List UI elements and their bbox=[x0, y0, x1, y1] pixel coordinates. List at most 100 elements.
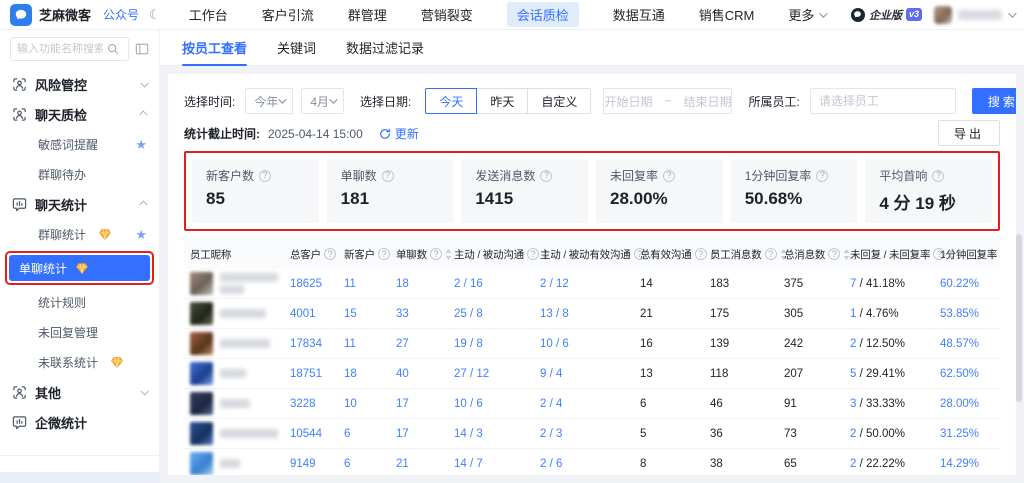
date-button-yesterday[interactable]: 昨天 bbox=[476, 88, 528, 114]
sidebar-item-uncontacted-stats[interactable]: 未联系统计 bbox=[0, 347, 159, 377]
sidebar-item-unreplied-management[interactable]: 未回复管理 bbox=[0, 317, 159, 347]
stats-panel: 选择时间: 今年 4月 选择日期: 今天 昨天 自定义 开始日期 ~ bbox=[168, 74, 1016, 475]
month-select[interactable]: 4月 bbox=[301, 88, 344, 114]
active-passive-valid-value[interactable]: 2 / 12 bbox=[534, 278, 634, 290]
favorite-star-icon[interactable]: ★ bbox=[135, 228, 147, 241]
date-button-custom[interactable]: 自定义 bbox=[527, 88, 591, 114]
active-passive-value[interactable]: 14 / 3 bbox=[448, 428, 534, 440]
sidebar-group-chat-stats[interactable]: 聊天统计 bbox=[0, 189, 159, 219]
help-icon[interactable]: ? bbox=[324, 248, 336, 260]
help-icon[interactable]: ? bbox=[259, 170, 271, 182]
chat-count-link[interactable]: 17 bbox=[390, 398, 448, 410]
help-icon[interactable]: ? bbox=[430, 248, 442, 260]
date-range-picker[interactable]: 开始日期 ~ 结束日期 bbox=[603, 88, 732, 114]
favorite-star-icon[interactable]: ★ bbox=[135, 138, 147, 151]
new-customers-link[interactable]: 11 bbox=[338, 338, 390, 350]
one-min-rate-link[interactable]: 53.85% bbox=[934, 308, 1000, 320]
stat-card-sent-messages: 发送消息数? 1415 bbox=[461, 159, 588, 223]
chat-count-link[interactable]: 33 bbox=[390, 308, 448, 320]
total-customers-link[interactable]: 3228 bbox=[284, 398, 338, 410]
help-icon[interactable]: ? bbox=[382, 170, 394, 182]
one-min-rate-link[interactable]: 48.57% bbox=[934, 338, 1000, 350]
chat-count-link[interactable]: 40 bbox=[390, 368, 448, 380]
active-passive-value[interactable]: 27 / 12 bbox=[448, 368, 534, 380]
user-avatar[interactable] bbox=[934, 6, 952, 24]
collapse-panel-icon[interactable] bbox=[135, 42, 149, 56]
sidebar-search-input[interactable] bbox=[17, 43, 103, 55]
new-customers-link[interactable]: 15 bbox=[338, 308, 390, 320]
tab-keywords[interactable]: 关键词 bbox=[277, 30, 316, 66]
nav-item-workbench[interactable]: 工作台 bbox=[189, 2, 228, 27]
search-button[interactable]: 搜索 bbox=[972, 88, 1016, 114]
refresh-link[interactable]: 更新 bbox=[379, 125, 419, 142]
total-customers-link[interactable]: 18751 bbox=[284, 368, 338, 380]
sidebar-item-sensitive-words[interactable]: 敏感词提醒 ★ bbox=[0, 129, 159, 159]
active-passive-value[interactable]: 14 / 7 bbox=[448, 458, 534, 470]
active-passive-valid-value[interactable]: 2 / 3 bbox=[534, 428, 634, 440]
nav-item-sales-crm[interactable]: 销售CRM bbox=[699, 2, 755, 27]
sidebar-item-group-chat-stats[interactable]: 群聊统计 ★ bbox=[0, 219, 159, 249]
chat-count-link[interactable]: 18 bbox=[390, 278, 448, 290]
year-select[interactable]: 今年 bbox=[245, 88, 293, 114]
employee-select-input[interactable] bbox=[810, 88, 956, 114]
active-passive-valid-value[interactable]: 10 / 6 bbox=[534, 338, 634, 350]
date-button-today[interactable]: 今天 bbox=[425, 88, 477, 114]
active-passive-value[interactable]: 2 / 16 bbox=[448, 278, 534, 290]
total-customers-link[interactable]: 4001 bbox=[284, 308, 338, 320]
unreplied-value: 2 / 50.00% bbox=[844, 428, 934, 440]
dark-mode-icon[interactable]: ☾ bbox=[149, 8, 161, 21]
help-icon[interactable]: ? bbox=[378, 248, 390, 260]
new-customers-link[interactable]: 6 bbox=[338, 428, 390, 440]
sidebar-item-single-chat-stats[interactable]: 单聊统计 bbox=[9, 255, 150, 281]
help-icon[interactable]: ? bbox=[765, 248, 777, 260]
channel-tag[interactable]: 公众号 bbox=[103, 6, 139, 23]
chat-count-link[interactable]: 17 bbox=[390, 428, 448, 440]
new-customers-link[interactable]: 18 bbox=[338, 368, 390, 380]
new-customers-link[interactable]: 10 bbox=[338, 398, 390, 410]
help-icon[interactable]: ? bbox=[663, 170, 675, 182]
tab-data-filter-records[interactable]: 数据过滤记录 bbox=[346, 30, 424, 66]
nav-item-more[interactable]: 更多 bbox=[788, 2, 825, 27]
tab-by-employee[interactable]: 按员工查看 bbox=[182, 30, 247, 66]
active-passive-value[interactable]: 25 / 8 bbox=[448, 308, 534, 320]
one-min-rate-link[interactable]: 14.29% bbox=[934, 458, 1000, 470]
help-icon[interactable]: ? bbox=[816, 170, 828, 182]
one-min-rate-link[interactable]: 60.22% bbox=[934, 278, 1000, 290]
active-passive-valid-value[interactable]: 2 / 6 bbox=[534, 458, 634, 470]
total-customers-link[interactable]: 9149 bbox=[284, 458, 338, 470]
sidebar-group-chat-inspection[interactable]: 聊天质检 bbox=[0, 99, 159, 129]
chat-count-link[interactable]: 21 bbox=[390, 458, 448, 470]
sidebar-search-box[interactable] bbox=[10, 37, 129, 61]
sidebar-group-wecom-stats[interactable]: 企微统计 bbox=[0, 407, 159, 437]
vertical-scrollbar[interactable] bbox=[1016, 234, 1022, 402]
active-passive-valid-value[interactable]: 2 / 4 bbox=[534, 398, 634, 410]
total-customers-link[interactable]: 18625 bbox=[284, 278, 338, 290]
nav-item-data-exchange[interactable]: 数据互通 bbox=[613, 2, 665, 27]
sidebar-item-stats-rules[interactable]: 统计规则 bbox=[0, 287, 159, 317]
chat-count-link[interactable]: 27 bbox=[390, 338, 448, 350]
help-icon[interactable]: ? bbox=[932, 170, 944, 182]
new-customers-link[interactable]: 11 bbox=[338, 278, 390, 290]
user-menu-chevron-icon[interactable] bbox=[1008, 9, 1016, 17]
export-button[interactable]: 导出 bbox=[938, 120, 1000, 146]
help-icon[interactable]: ? bbox=[540, 170, 552, 182]
help-icon[interactable]: ? bbox=[828, 248, 840, 260]
nav-item-customer-acquisition[interactable]: 客户引流 bbox=[262, 2, 314, 27]
active-passive-valid-value[interactable]: 9 / 4 bbox=[534, 368, 634, 380]
one-min-rate-link[interactable]: 28.00% bbox=[934, 398, 1000, 410]
active-passive-value[interactable]: 19 / 8 bbox=[448, 338, 534, 350]
sidebar-group-other[interactable]: 其他 bbox=[0, 377, 159, 407]
new-customers-link[interactable]: 6 bbox=[338, 458, 390, 470]
nav-item-group-management[interactable]: 群管理 bbox=[348, 2, 387, 27]
total-customers-link[interactable]: 10544 bbox=[284, 428, 338, 440]
one-min-rate-link[interactable]: 31.25% bbox=[934, 428, 1000, 440]
one-min-rate-link[interactable]: 62.50% bbox=[934, 368, 1000, 380]
sidebar-group-risk-control[interactable]: 风险管控 bbox=[0, 69, 159, 99]
active-passive-valid-value[interactable]: 13 / 8 bbox=[534, 308, 634, 320]
sidebar-item-group-todo[interactable]: 群聊待办 bbox=[0, 159, 159, 189]
nav-item-marketing[interactable]: 营销裂变 bbox=[421, 2, 473, 27]
sidebar-bottom-scrollbar[interactable] bbox=[0, 472, 159, 483]
total-customers-link[interactable]: 17834 bbox=[284, 338, 338, 350]
nav-item-chat-inspection[interactable]: 会话质检 bbox=[507, 2, 579, 27]
active-passive-value[interactable]: 10 / 6 bbox=[448, 398, 534, 410]
